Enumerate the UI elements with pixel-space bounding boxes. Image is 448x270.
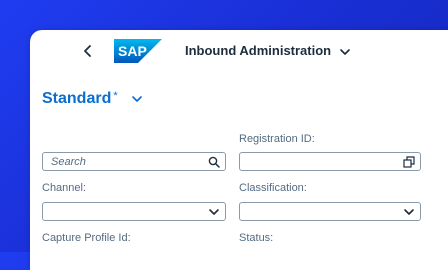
search-placeholder: Search (51, 156, 86, 168)
chevron-down-icon (132, 95, 142, 102)
variant-management[interactable]: Standard * (42, 90, 142, 108)
back-arrow-icon (84, 45, 91, 57)
search-input[interactable]: Search (42, 152, 226, 171)
variant-modified-marker: * (113, 90, 118, 102)
chevron-down-icon (339, 48, 350, 55)
channel-label: Channel: (42, 182, 87, 194)
back-button[interactable] (80, 41, 96, 61)
value-help-icon[interactable] (403, 156, 415, 168)
registration-id-field[interactable] (239, 152, 421, 171)
chevron-down-icon[interactable] (403, 206, 415, 218)
classification-label: Classification: (239, 182, 307, 194)
registration-id-label: Registration ID: (239, 133, 315, 145)
channel-select[interactable] (42, 202, 226, 221)
sap-logo-text: SAP (118, 43, 147, 59)
main-card: SAP Inbound Administration Standard * Reg… (30, 30, 448, 270)
search-icon[interactable] (208, 156, 220, 168)
chevron-down-icon[interactable] (208, 206, 220, 218)
status-label: Status: (239, 232, 274, 244)
variant-name: Standard (42, 90, 112, 107)
app-title: Inbound Administration (185, 43, 332, 58)
capture-profile-id-label: Capture Profile Id: (42, 232, 131, 244)
app-title-menu[interactable]: Inbound Administration (185, 43, 350, 58)
shell-header: SAP Inbound Administration (30, 30, 448, 74)
sap-logo: SAP (114, 39, 162, 63)
classification-select[interactable] (239, 202, 421, 221)
